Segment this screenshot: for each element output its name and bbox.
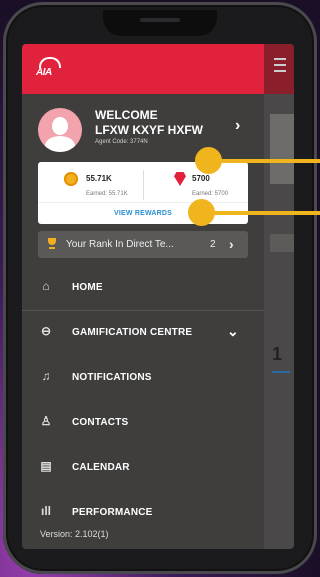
gamepad-icon: ⊖: [40, 324, 52, 338]
menu-item-home[interactable]: ⌂ HOME: [22, 266, 264, 311]
chevron-down-icon[interactable]: ⌄: [227, 323, 239, 340]
points-earned: Earned: 55.71K: [86, 191, 128, 197]
background-page[interactable]: 1: [264, 44, 294, 549]
home-icon: ⌂: [42, 279, 50, 293]
phone-notch: [103, 10, 217, 36]
annotation-marker: [188, 199, 215, 226]
menu-label: CONTACTS: [72, 417, 129, 428]
menu-item-notifications[interactable]: ♫ NOTIFICATIONS: [22, 356, 264, 401]
rank-value: 2: [210, 239, 216, 250]
user-name: LFXW KXYF HXFW: [95, 123, 203, 137]
contact-icon: ♙: [40, 414, 52, 428]
drawer-menu: ⌂ HOME ⊖ GAMIFICATION CENTRE ⌄ ♫ NOTIFIC…: [22, 266, 264, 536]
bar-chart-icon: ıll: [40, 504, 51, 518]
gems-value: 5700: [192, 174, 210, 183]
background-digit: 1: [272, 344, 283, 364]
calendar-icon: ▤: [40, 459, 52, 473]
points-stat[interactable]: 55.71K Earned: 55.71K: [38, 169, 142, 199]
menu-item-calendar[interactable]: ▤ CALENDAR: [22, 446, 264, 491]
app-screen: 1 AIA WELCOME LFXW KXYF HXFW Agent Code:…: [22, 44, 294, 549]
annotation-line: [209, 159, 320, 163]
chevron-right-icon[interactable]: ›: [235, 117, 240, 135]
menu-item-contacts[interactable]: ♙ CONTACTS: [22, 401, 264, 446]
bell-icon: ♫: [41, 369, 51, 383]
chevron-right-icon: ›: [229, 236, 234, 252]
hamburger-icon[interactable]: [274, 58, 286, 72]
background-header: [264, 44, 294, 94]
annotation-marker: [195, 147, 222, 174]
drawer-header: AIA: [22, 44, 264, 94]
menu-label: HOME: [72, 282, 103, 293]
background-card: [270, 114, 294, 184]
menu-label: GAMIFICATION CENTRE: [72, 327, 193, 338]
aia-logo-icon: AIA: [36, 57, 62, 79]
background-underline: [272, 371, 290, 373]
avatar[interactable]: [38, 108, 82, 152]
rank-text: Your Rank In Direct Te...: [66, 239, 174, 250]
rank-banner[interactable]: Your Rank In Direct Te... 2 ›: [38, 231, 248, 258]
coin-icon: [64, 172, 78, 186]
phone-speaker: [140, 18, 180, 22]
gems-earned: Earned: 5700: [192, 191, 229, 197]
profile-welcome: WELCOME LFXW KXYF HXFW: [95, 108, 203, 138]
menu-item-gamification[interactable]: ⊖ GAMIFICATION CENTRE ⌄: [22, 311, 264, 356]
app-version: Version: 2.102(1): [40, 529, 109, 539]
welcome-label: WELCOME: [95, 108, 158, 122]
gems-stat[interactable]: 5700 Earned: 5700: [144, 169, 248, 199]
annotation-line: [209, 211, 320, 215]
menu-label: NOTIFICATIONS: [72, 372, 152, 383]
points-value: 55.71K: [86, 174, 112, 183]
side-drawer: AIA WELCOME LFXW KXYF HXFW Agent Code: 3…: [22, 44, 264, 549]
agent-code: Agent Code: 3774N: [95, 139, 148, 145]
background-chip: [270, 234, 294, 252]
trophy-icon: [46, 238, 58, 250]
gem-icon: [174, 172, 186, 186]
menu-label: PERFORMANCE: [72, 507, 153, 518]
menu-label: CALENDAR: [72, 462, 130, 473]
